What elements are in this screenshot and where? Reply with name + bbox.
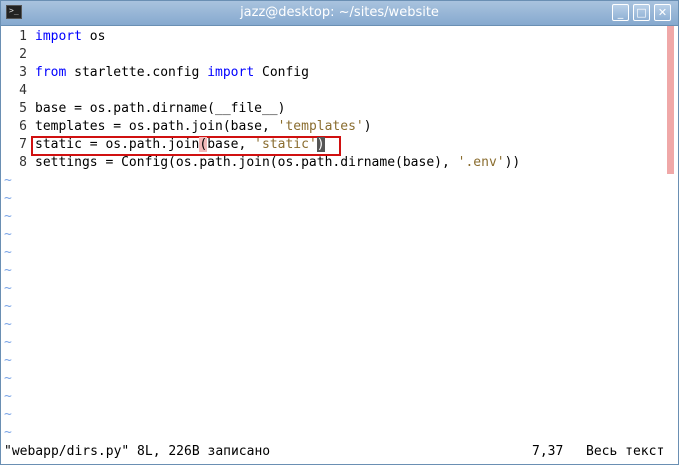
line-number: 6 <box>19 119 27 134</box>
line-number: 7 <box>19 137 27 152</box>
vim-status-line: "webapp/dirs.py" 8L, 226B записано 7,37 … <box>1 441 678 463</box>
empty-line-tilde: ~ <box>4 209 12 224</box>
empty-line-tilde: ~ <box>4 353 12 368</box>
empty-line-tilde: ~ <box>4 299 12 314</box>
code-token: static = os.path.join <box>35 137 200 152</box>
code-token: import <box>207 65 255 80</box>
code-token: import <box>35 29 82 44</box>
code-token: os <box>81 29 106 44</box>
text-cursor: ) <box>316 137 325 152</box>
empty-line-tilde: ~ <box>4 335 12 350</box>
code-line[interactable]: 3 from starlette.config import Config <box>1 64 309 82</box>
minimize-icon: _ <box>617 6 624 19</box>
close-button[interactable]: ✕ <box>654 4 671 21</box>
code-token: 'static' <box>254 137 317 152</box>
empty-line-tilde: ~ <box>4 227 12 242</box>
line-number: 2 <box>19 47 27 62</box>
empty-line-tilde: ~ <box>4 317 12 332</box>
code-token: settings = Config(os.path.join(os.path.d… <box>35 155 458 170</box>
vim-editor-area[interactable]: 1 import os 2 3 from starlette.config import… <box>1 26 678 440</box>
maximize-icon: □ <box>636 6 647 19</box>
code-line[interactable]: 7 static = os.path.join(base, 'static') <box>1 136 325 154</box>
code-line[interactable]: 6 templates = os.path.join(base, 'templat… <box>1 118 372 136</box>
line-number: 4 <box>19 83 27 98</box>
terminal-window: >_ jazz@desktop: ~/sites/website _ □ ✕ 1… <box>0 0 679 465</box>
window-title: jazz@desktop: ~/sites/website <box>240 5 439 20</box>
close-icon: ✕ <box>657 6 668 19</box>
code-line[interactable]: 1 import os <box>1 28 105 46</box>
empty-line-tilde: ~ <box>4 389 12 404</box>
status-message: "webapp/dirs.py" 8L, 226B записано <box>4 444 271 459</box>
code-line[interactable]: 5 base = os.path.dirname(__file__) <box>1 100 285 118</box>
title-bar[interactable]: >_ jazz@desktop: ~/sites/website _ □ ✕ <box>1 1 678 26</box>
empty-line-tilde: ~ <box>4 245 12 260</box>
code-token: '.env' <box>457 155 505 170</box>
empty-line-tilde: ~ <box>4 263 12 278</box>
line-number: 8 <box>19 155 27 170</box>
minimize-button[interactable]: _ <box>612 4 629 21</box>
empty-line-tilde: ~ <box>4 371 12 386</box>
code-token: base, <box>207 137 255 152</box>
code-token: )) <box>504 155 521 170</box>
code-line[interactable]: 4 <box>1 82 35 100</box>
code-token: Config <box>254 65 309 80</box>
empty-line-tilde: ~ <box>4 191 12 206</box>
empty-line-tilde: ~ <box>4 173 12 188</box>
code-line[interactable]: 8 settings = Config(os.path.join(os.path.… <box>1 154 520 172</box>
scrollbar[interactable] <box>667 26 674 174</box>
code-line[interactable]: 2 <box>1 46 35 64</box>
code-token: from <box>35 65 67 80</box>
code-token: templates = os.path.join(base, <box>35 119 278 134</box>
code-token: base = os.path.dirname(__file__) <box>35 101 286 116</box>
line-number: 3 <box>19 65 27 80</box>
empty-line-tilde: ~ <box>4 407 12 422</box>
empty-line-tilde: ~ <box>4 425 12 440</box>
empty-line-tilde: ~ <box>4 281 12 296</box>
scroll-percent: Весь текст <box>586 444 665 459</box>
line-number: 1 <box>19 29 27 44</box>
line-number: 5 <box>19 101 27 116</box>
code-token: ) <box>363 119 372 134</box>
code-token: 'templates' <box>277 119 364 134</box>
cursor-position: 7,37 <box>532 444 564 459</box>
code-token: starlette.config <box>66 65 208 80</box>
maximize-button[interactable]: □ <box>633 4 650 21</box>
